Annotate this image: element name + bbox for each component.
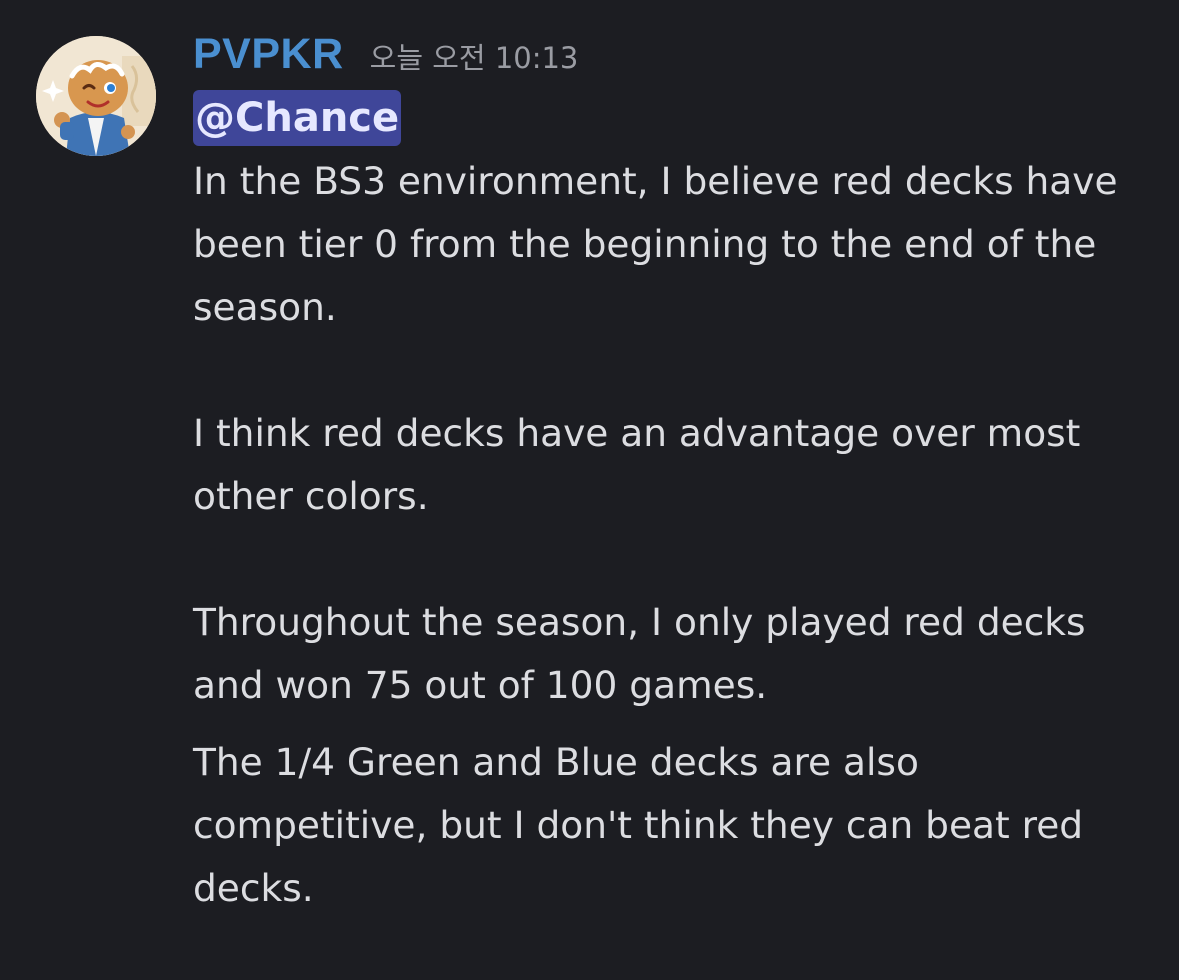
cookie-character-avatar-icon bbox=[36, 36, 156, 156]
message-body: In the BS3 environment, I believe red de… bbox=[193, 150, 1153, 920]
avatar[interactable] bbox=[36, 36, 156, 156]
user-mention[interactable]: @Chance bbox=[193, 90, 402, 146]
author-name[interactable]: PVPKR bbox=[193, 30, 344, 79]
message-paragraph: Throughout the season, I only played red… bbox=[193, 600, 1086, 707]
mention-line: @Chance bbox=[193, 90, 1153, 150]
message-paragraph: In the BS3 environment, I believe red de… bbox=[193, 159, 1118, 329]
message-header: PVPKR 오늘 오전 10:13 bbox=[193, 30, 1153, 86]
message-content: PVPKR 오늘 오전 10:13 @Chance In the BS3 env… bbox=[193, 30, 1153, 920]
chat-message: PVPKR 오늘 오전 10:13 @Chance In the BS3 env… bbox=[0, 0, 1179, 980]
message-paragraph: I think red decks have an advantage over… bbox=[193, 411, 1081, 518]
message-timestamp: 오늘 오전 10:13 bbox=[369, 41, 579, 75]
message-paragraph: The 1/4 Green and Blue decks are also co… bbox=[193, 740, 1084, 910]
